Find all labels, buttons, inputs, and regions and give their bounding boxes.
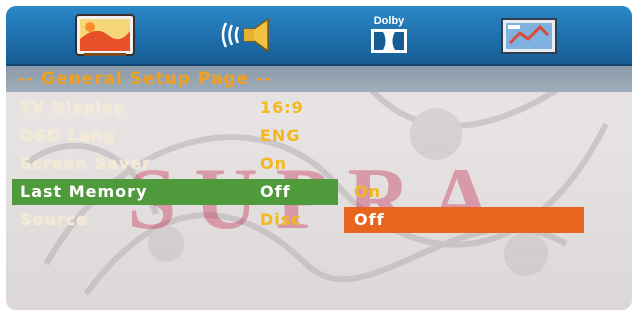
menu-item-label: TV Display [20, 98, 125, 117]
dolby-icon: Dolby [371, 15, 407, 53]
osd-screen: SUPRA Dolby [6, 6, 632, 310]
tab-preference-setup[interactable] [494, 12, 564, 58]
option-off[interactable]: Off [344, 207, 584, 233]
menu-item-screen-saver[interactable]: Screen Saver On [6, 150, 632, 178]
tab-dolby-setup[interactable]: Dolby [354, 12, 424, 58]
menu-item-label: Last Memory [20, 182, 148, 201]
preference-icon [501, 18, 557, 54]
setup-tab-bar: Dolby [6, 6, 632, 66]
general-setup-icon [75, 14, 135, 56]
tab-audio-setup[interactable] [214, 12, 284, 58]
menu-item-label: OSD Lang [20, 126, 116, 145]
tab-general-setup[interactable] [70, 12, 140, 58]
menu-item-value: 16:9 [260, 98, 304, 117]
menu-item-label: Source [20, 210, 89, 229]
menu-item-osd-lang[interactable]: OSD Lang ENG [6, 122, 632, 150]
menu-item-value: ENG [260, 126, 301, 145]
menu-item-value: Disc [260, 210, 302, 229]
page-title: -- General Setup Page -- [6, 66, 632, 92]
menu-item-label: Screen Saver [20, 154, 152, 173]
menu-item-value: On [260, 154, 287, 173]
option-on[interactable]: On [344, 179, 584, 205]
speaker-icon [221, 17, 269, 53]
menu-item-tv-display[interactable]: TV Display 16:9 [6, 94, 632, 122]
dolby-caption: Dolby [374, 15, 405, 27]
menu-item-value: Off [260, 182, 291, 201]
